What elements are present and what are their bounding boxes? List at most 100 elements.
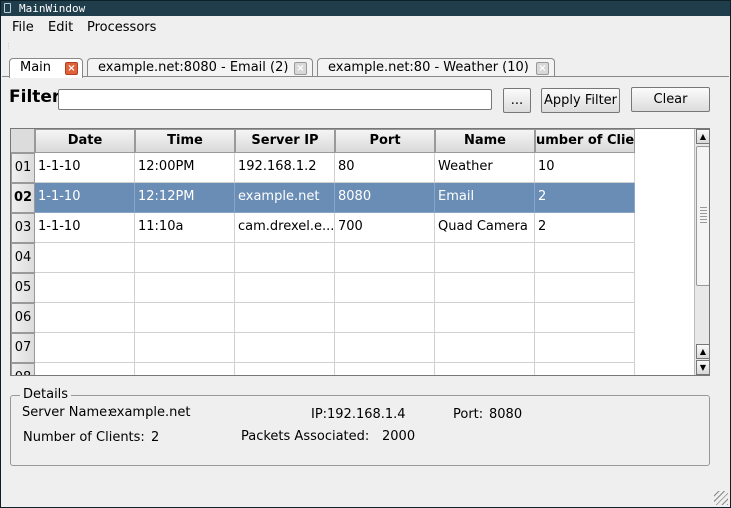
table-cell[interactable]: [335, 363, 435, 375]
table-cell[interactable]: 700: [335, 213, 435, 243]
tab-label: example.net:8080 - Email (2): [98, 60, 289, 75]
row-header[interactable]: 02: [11, 183, 35, 213]
table-cell[interactable]: [435, 273, 535, 303]
table-cell[interactable]: [135, 303, 235, 333]
close-icon[interactable]: ×: [65, 62, 78, 75]
server-table[interactable]: Date Time Server IP Port Name umber of Clier …: [10, 128, 710, 376]
table-cell[interactable]: [135, 363, 235, 375]
table-cell[interactable]: [235, 363, 335, 375]
tab-label: Main: [20, 60, 52, 75]
table-cell[interactable]: [335, 243, 435, 273]
table-cell[interactable]: [435, 303, 535, 333]
table-row[interactable]: 1-1-10 12:00PM 192.168.1.2 80 Weather 10: [35, 153, 635, 183]
column-header[interactable]: Date: [35, 129, 135, 153]
table-cell[interactable]: 80: [335, 153, 435, 183]
resize-grip[interactable]: [714, 491, 728, 505]
table-cell[interactable]: [335, 333, 435, 363]
table-cell[interactable]: [235, 243, 335, 273]
table-cell[interactable]: cam.drexel.e...: [235, 213, 335, 243]
table-cell[interactable]: example.net: [235, 183, 335, 213]
filter-input[interactable]: [58, 89, 492, 110]
tab-email[interactable]: example.net:8080 - Email (2) ×: [87, 58, 313, 77]
table-cell[interactable]: 1-1-10: [35, 153, 135, 183]
table-cell[interactable]: [35, 243, 135, 273]
table-row[interactable]: [35, 243, 635, 273]
table-cell[interactable]: Quad Camera: [435, 213, 535, 243]
column-header[interactable]: Name: [435, 129, 535, 153]
table-cell[interactable]: [435, 243, 535, 273]
table-cell[interactable]: 12:00PM: [135, 153, 235, 183]
row-header[interactable]: 06: [11, 303, 35, 333]
details-legend: Details: [20, 387, 72, 402]
tab-main[interactable]: Main ×: [9, 58, 83, 78]
table-cell[interactable]: Email: [435, 183, 535, 213]
table-cell[interactable]: [535, 363, 635, 375]
table-cell[interactable]: [35, 303, 135, 333]
row-header[interactable]: 04: [11, 243, 35, 273]
table-cell[interactable]: [535, 333, 635, 363]
scroll-up-icon[interactable]: ▲: [696, 129, 709, 144]
table-cell[interactable]: [135, 333, 235, 363]
scroll-down-icon[interactable]: ▼: [696, 360, 709, 375]
column-header[interactable]: umber of Clier: [535, 129, 635, 153]
table-cell[interactable]: 2: [535, 183, 635, 213]
row-header[interactable]: 08: [11, 363, 35, 375]
close-icon[interactable]: ×: [294, 62, 307, 75]
table-corner[interactable]: [11, 129, 35, 153]
table-cell[interactable]: [235, 333, 335, 363]
menu-processors[interactable]: Processors: [87, 20, 156, 35]
menu-edit[interactable]: Edit: [48, 20, 73, 35]
menu-file[interactable]: File: [12, 20, 34, 35]
table-cell[interactable]: [35, 333, 135, 363]
apply-filter-button[interactable]: Apply Filter: [541, 88, 620, 113]
table-row[interactable]: [35, 363, 635, 375]
table-cell[interactable]: [535, 243, 635, 273]
title-bar[interactable]: MainWindow: [1, 1, 730, 16]
clear-button[interactable]: Clear: [631, 87, 710, 112]
row-header[interactable]: 01: [11, 153, 35, 183]
table-row[interactable]: [35, 303, 635, 333]
scroll-up-icon[interactable]: ▲: [696, 344, 709, 359]
main-window: MainWindow File Edit Processors ⋮ Main ×…: [0, 0, 731, 508]
row-header[interactable]: 03: [11, 213, 35, 243]
vertical-scrollbar[interactable]: ▲ ▲ ▼: [694, 129, 709, 375]
table-cell[interactable]: [135, 243, 235, 273]
menu-bar: File Edit Processors: [1, 17, 730, 40]
table-cell[interactable]: [335, 303, 435, 333]
tab-weather[interactable]: example.net:80 - Weather (10) ×: [317, 58, 555, 77]
table-cell[interactable]: 192.168.1.2: [235, 153, 335, 183]
table-cell[interactable]: 1-1-10: [35, 183, 135, 213]
table-cell[interactable]: [335, 273, 435, 303]
browse-button[interactable]: ...: [503, 88, 531, 113]
table-cell[interactable]: [235, 273, 335, 303]
table-cell[interactable]: 12:12PM: [135, 183, 235, 213]
column-header[interactable]: Server IP: [235, 129, 335, 153]
table-cell[interactable]: 10: [535, 153, 635, 183]
toolbar-grip[interactable]: ⋮: [5, 43, 12, 50]
table-cell[interactable]: [435, 333, 535, 363]
table-row[interactable]: [35, 273, 635, 303]
server-name-value: example.net: [109, 405, 191, 420]
table-row[interactable]: [35, 333, 635, 363]
table-cell[interactable]: [35, 363, 135, 375]
table-row[interactable]: 1-1-10 12:12PM example.net 8080 Email 2: [35, 183, 635, 213]
packets-label: Packets Associated:: [241, 429, 370, 444]
table-row[interactable]: 1-1-10 11:10a cam.drexel.e... 700 Quad Camer…: [35, 213, 635, 243]
table-cell[interactable]: [235, 303, 335, 333]
close-icon[interactable]: ×: [536, 62, 549, 75]
column-header[interactable]: Port: [335, 129, 435, 153]
table-cell[interactable]: 1-1-10: [35, 213, 135, 243]
table-cell[interactable]: [35, 273, 135, 303]
column-header[interactable]: Time: [135, 129, 235, 153]
row-header[interactable]: 07: [11, 333, 35, 363]
table-cell[interactable]: 8080: [335, 183, 435, 213]
table-cell[interactable]: [435, 363, 535, 375]
table-cell[interactable]: [535, 303, 635, 333]
row-header[interactable]: 05: [11, 273, 35, 303]
table-cell[interactable]: Weather: [435, 153, 535, 183]
table-cell[interactable]: [535, 273, 635, 303]
table-cell[interactable]: 11:10a: [135, 213, 235, 243]
table-cell[interactable]: 2: [535, 213, 635, 243]
table-cell[interactable]: [135, 273, 235, 303]
scroll-thumb[interactable]: [696, 146, 709, 286]
